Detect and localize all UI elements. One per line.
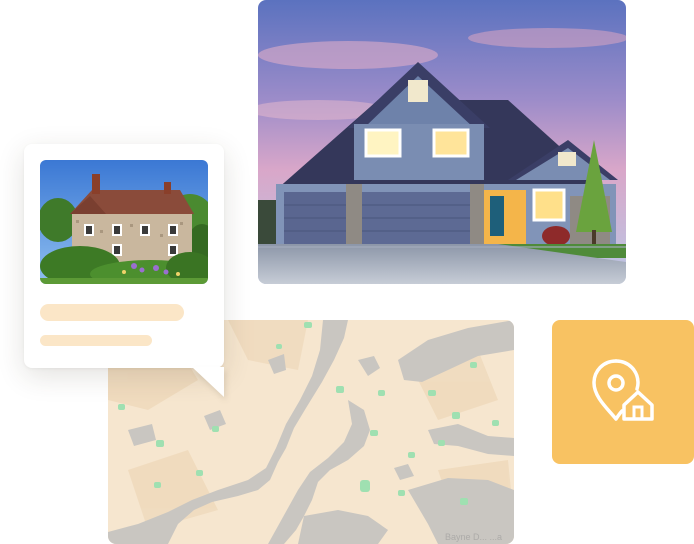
property-card[interactable] (24, 144, 224, 368)
card-subtitle-placeholder (40, 335, 152, 346)
card-title-placeholder (40, 304, 184, 321)
home-location-pin-icon (590, 357, 656, 428)
cottage-image (40, 160, 208, 284)
map-attribution: Bayne D... ...a (444, 532, 502, 542)
home-location-tile[interactable] (552, 320, 694, 464)
hero-house-image (258, 0, 626, 284)
page: Bayne D... ...a (0, 0, 694, 544)
card-pointer (192, 367, 224, 397)
